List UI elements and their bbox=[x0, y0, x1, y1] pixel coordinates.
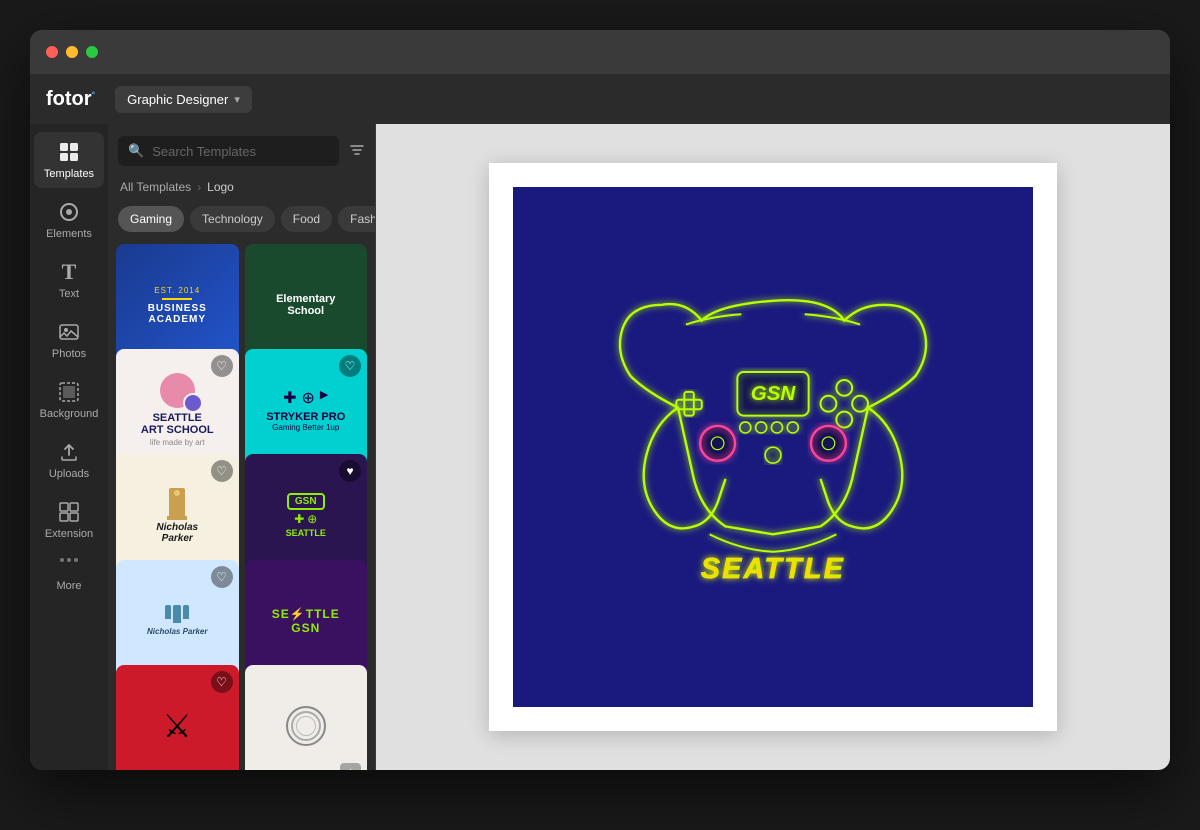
elements-label: Elements bbox=[46, 228, 92, 240]
more-dots bbox=[60, 558, 78, 562]
sidebar-item-elements[interactable]: Elements bbox=[34, 192, 104, 248]
maximize-button[interactable] bbox=[86, 46, 98, 58]
search-area: 🔍 bbox=[108, 124, 375, 174]
templates-label: Templates bbox=[44, 168, 94, 180]
filter-button[interactable] bbox=[349, 142, 365, 161]
category-tab-food[interactable]: Food bbox=[281, 206, 332, 232]
traffic-lights bbox=[46, 46, 98, 58]
template-card-4[interactable]: ♡ ✚⊕▶ STRYKER PRO Gaming Better 1up bbox=[245, 349, 368, 472]
canvas-area[interactable]: GSN bbox=[376, 124, 1170, 770]
template-card-1[interactable]: EST. 2014 BUSINESS ACADEMY bbox=[116, 244, 239, 367]
category-tabs: Gaming Technology Food Fashion › bbox=[108, 200, 375, 238]
favorite-icon-6[interactable]: ♥ bbox=[339, 460, 361, 482]
photos-label: Photos bbox=[52, 348, 86, 360]
close-button[interactable] bbox=[46, 46, 58, 58]
app-body: fotor° Graphic Designer bbox=[30, 74, 1170, 770]
favorite-icon-4[interactable]: ♡ bbox=[339, 355, 361, 377]
breadcrumb-parent[interactable]: All Templates bbox=[120, 180, 191, 194]
extension-icon bbox=[57, 500, 81, 524]
more-label: More bbox=[56, 580, 81, 592]
extension-label: Extension bbox=[45, 528, 93, 540]
favorite-icon-5[interactable]: ♡ bbox=[211, 460, 233, 482]
category-tab-technology[interactable]: Technology bbox=[190, 206, 275, 232]
uploads-icon bbox=[57, 440, 81, 464]
text-label: Text bbox=[59, 288, 79, 300]
sidebar-item-text[interactable]: T Text bbox=[34, 252, 104, 308]
template-card-6[interactable]: ♥ GSN ✚⊕ SEATTLE bbox=[245, 454, 368, 577]
photos-icon bbox=[57, 320, 81, 344]
breadcrumb-separator: › bbox=[197, 180, 201, 194]
breadcrumb: All Templates › Logo bbox=[108, 174, 375, 200]
top-header: fotor° Graphic Designer bbox=[30, 74, 1170, 124]
title-bar bbox=[30, 30, 1170, 74]
sidebar-item-background[interactable]: Background bbox=[34, 372, 104, 428]
template-card-5[interactable]: ♡ Nicholas Parker bbox=[116, 454, 239, 577]
template-card-2[interactable]: Elementary School bbox=[245, 244, 368, 367]
template-card-7[interactable]: ♡ Nicholas Parker bbox=[116, 560, 239, 683]
templates-panel: 🔍 All Templates › bbox=[108, 124, 376, 770]
graphic-designer-dropdown[interactable]: Graphic Designer bbox=[115, 86, 252, 113]
background-icon bbox=[57, 380, 81, 404]
sidebar-item-extension[interactable]: Extension bbox=[34, 492, 104, 548]
background-label: Background bbox=[40, 408, 99, 420]
svg-text:SEATTLE: SEATTLE bbox=[701, 553, 845, 585]
favorite-icon-3[interactable]: ♡ bbox=[211, 355, 233, 377]
text-icon: T bbox=[57, 260, 81, 284]
template-card-8[interactable]: SE⚡TTLE GSN bbox=[245, 560, 368, 683]
fotor-logo: fotor° bbox=[46, 88, 95, 111]
app-window: fotor° Graphic Designer bbox=[30, 30, 1170, 770]
template-card-9[interactable]: ♡ ⚔ bbox=[116, 665, 239, 770]
main-content: Templates Elements T Text bbox=[30, 124, 1170, 770]
sidebar-item-photos[interactable]: Photos bbox=[34, 312, 104, 368]
search-icon: 🔍 bbox=[128, 143, 144, 159]
search-box: 🔍 bbox=[118, 136, 339, 166]
search-input[interactable] bbox=[152, 144, 329, 159]
canvas-wrapper: GSN bbox=[489, 163, 1057, 731]
category-tab-gaming[interactable]: Gaming bbox=[118, 206, 184, 232]
scroll-top-btn[interactable]: ▲ bbox=[340, 763, 361, 770]
favorite-icon-7[interactable]: ♡ bbox=[211, 566, 233, 588]
template-card-3[interactable]: ♡ SEATTLE ART SCHOOL life made by art bbox=[116, 349, 239, 472]
elements-icon bbox=[57, 200, 81, 224]
templates-icon bbox=[57, 140, 81, 164]
category-tab-fashion[interactable]: Fashion bbox=[338, 206, 375, 232]
canvas-content[interactable]: GSN bbox=[513, 187, 1033, 707]
template-card-10[interactable]: ▲ bbox=[245, 665, 368, 770]
minimize-button[interactable] bbox=[66, 46, 78, 58]
uploads-label: Uploads bbox=[49, 468, 89, 480]
sidebar-nav: Templates Elements T Text bbox=[30, 124, 108, 770]
breadcrumb-current: Logo bbox=[207, 180, 234, 194]
sidebar-item-uploads[interactable]: Uploads bbox=[34, 432, 104, 488]
favorite-icon-9[interactable]: ♡ bbox=[211, 671, 233, 693]
template-grid: EST. 2014 BUSINESS ACADEMY Elementary Sc… bbox=[108, 238, 375, 770]
sidebar-item-more[interactable]: More bbox=[34, 572, 104, 600]
sidebar-item-templates[interactable]: Templates bbox=[34, 132, 104, 188]
svg-text:GSN: GSN bbox=[751, 382, 797, 405]
controller-graphic: GSN bbox=[583, 281, 963, 614]
